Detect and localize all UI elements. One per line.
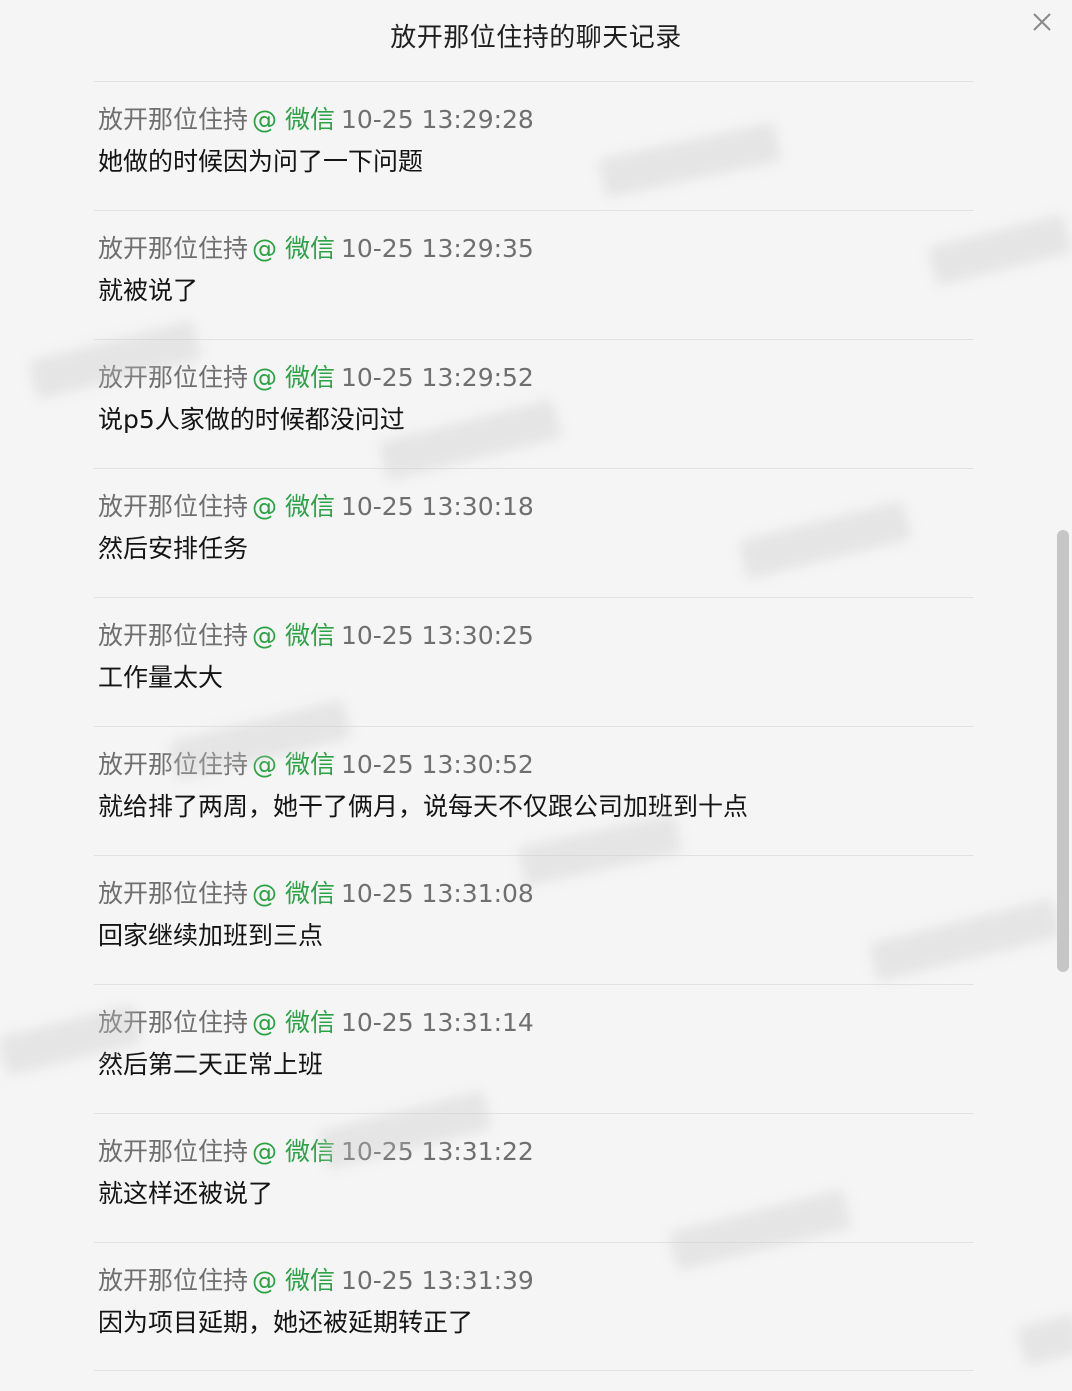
message-time: 10-25 13:31:39: [340, 1266, 534, 1295]
message-time: 10-25 13:29:52: [340, 363, 534, 392]
scrollbar[interactable]: [1052, 0, 1072, 1391]
message-time: 10-25 13:29:35: [340, 234, 534, 263]
message-meta: 放开那位住持 @ 微信 10-25 13:30:52: [98, 747, 534, 783]
message-item[interactable]: 放开那位住持 @ 微信 10-25 13:30:25 工作量太大: [94, 597, 974, 726]
message-time: 10-25 13:29:28: [340, 105, 534, 134]
message-time: 10-25 13:30:18: [340, 492, 534, 521]
message-item[interactable]: 放开那位住持 @ 微信 10-25 13:29:35 就被说了: [94, 210, 974, 339]
message-item[interactable]: 放开那位住持 @ 微信 10-25 13:31:39 因为项目延期，她还被延期转正了: [94, 1242, 974, 1371]
platform-label: @ 微信: [252, 234, 335, 263]
message-time: 10-25 13:30:52: [340, 750, 534, 779]
sender-name: 放开那位住持: [98, 1266, 249, 1295]
message-text: 然后第二天正常上班: [98, 1050, 324, 1079]
platform-label: @ 微信: [252, 1266, 335, 1295]
platform-label: @ 微信: [252, 492, 335, 521]
message-text: 她做的时候因为问了一下问题: [98, 147, 424, 176]
sender-name: 放开那位住持: [98, 1008, 249, 1037]
message-time: 10-25 13:31:14: [340, 1008, 534, 1037]
message-text: 因为项目延期，她还被延期转正了: [98, 1308, 474, 1337]
message-text: 说p5人家做的时候都没问过: [98, 405, 405, 434]
message-meta: 放开那位住持 @ 微信 10-25 13:29:28: [98, 102, 534, 138]
message-item[interactable]: 放开那位住持 @ 微信 10-25 13:29:28 她做的时候因为问了一下问题: [94, 81, 974, 210]
message-item[interactable]: 放开那位住持 @ 微信 10-25 13:31:22 就这样还被说了: [94, 1113, 974, 1242]
message-item[interactable]: 放开那位住持 @ 微信 10-25 13:30:18 然后安排任务: [94, 468, 974, 597]
message-time: 10-25 13:31:08: [340, 879, 534, 908]
message-text: 工作量太大: [98, 663, 224, 692]
chat-history-window: 放开那位住持的聊天记录 放开那位住持 @ 微信 10-25 13:29:28 她做的…: [0, 0, 1072, 1391]
sender-name: 放开那位住持: [98, 750, 249, 779]
message-meta: 放开那位住持 @ 微信 10-25 13:31:14: [98, 1005, 534, 1041]
message-text: 就被说了: [98, 276, 199, 305]
message-item[interactable]: 放开那位住持 @ 微信 10-25 13:30:52 就给排了两周，她干了俩月，说每…: [94, 726, 974, 855]
platform-label: @ 微信: [252, 363, 335, 392]
sender-name: 放开那位住持: [98, 1137, 249, 1166]
message-text: 然后安排任务: [98, 534, 249, 563]
platform-label: @ 微信: [252, 750, 335, 779]
message-text: 回家继续加班到三点: [98, 921, 324, 950]
message-meta: 放开那位住持 @ 微信 10-25 13:29:35: [98, 231, 534, 267]
platform-label: @ 微信: [252, 621, 335, 650]
message-time: 10-25 13:30:25: [340, 621, 534, 650]
message-meta: 放开那位住持 @ 微信 10-25 13:31:39: [98, 1263, 534, 1299]
message-text: 就给排了两周，她干了俩月，说每天不仅跟公司加班到十点: [98, 792, 749, 821]
platform-label: @ 微信: [252, 1008, 335, 1037]
message-time: 10-25 13:31:22: [340, 1137, 534, 1166]
sender-name: 放开那位住持: [98, 363, 249, 392]
sender-name: 放开那位住持: [98, 234, 249, 263]
message-text: 就这样还被说了: [98, 1179, 274, 1208]
scrollbar-thumb[interactable]: [1057, 530, 1069, 972]
sender-name: 放开那位住持: [98, 621, 249, 650]
message-item[interactable]: 放开那位住持 @ 微信 10-25 13:31:08 回家继续加班到三点: [94, 855, 974, 984]
message-meta: 放开那位住持 @ 微信 10-25 13:31:22: [98, 1134, 534, 1170]
message-meta: 放开那位住持 @ 微信 10-25 13:29:52: [98, 360, 534, 396]
sender-name: 放开那位住持: [98, 879, 249, 908]
platform-label: @ 微信: [252, 105, 335, 134]
platform-label: @ 微信: [252, 1137, 335, 1166]
message-meta: 放开那位住持 @ 微信 10-25 13:31:08: [98, 876, 534, 912]
sender-name: 放开那位住持: [98, 492, 249, 521]
message-meta: 放开那位住持 @ 微信 10-25 13:30:25: [98, 618, 534, 654]
message-list[interactable]: 放开那位住持 @ 微信 10-25 13:29:28 她做的时候因为问了一下问题 放…: [94, 81, 974, 1371]
message-item[interactable]: 放开那位住持 @ 微信 10-25 13:29:52 说p5人家做的时候都没问过: [94, 339, 974, 468]
message-meta: 放开那位住持 @ 微信 10-25 13:30:18: [98, 489, 534, 525]
sender-name: 放开那位住持: [98, 105, 249, 134]
platform-label: @ 微信: [252, 879, 335, 908]
message-item[interactable]: 放开那位住持 @ 微信 10-25 13:31:14 然后第二天正常上班: [94, 984, 974, 1113]
window-title: 放开那位住持的聊天记录: [390, 23, 682, 53]
